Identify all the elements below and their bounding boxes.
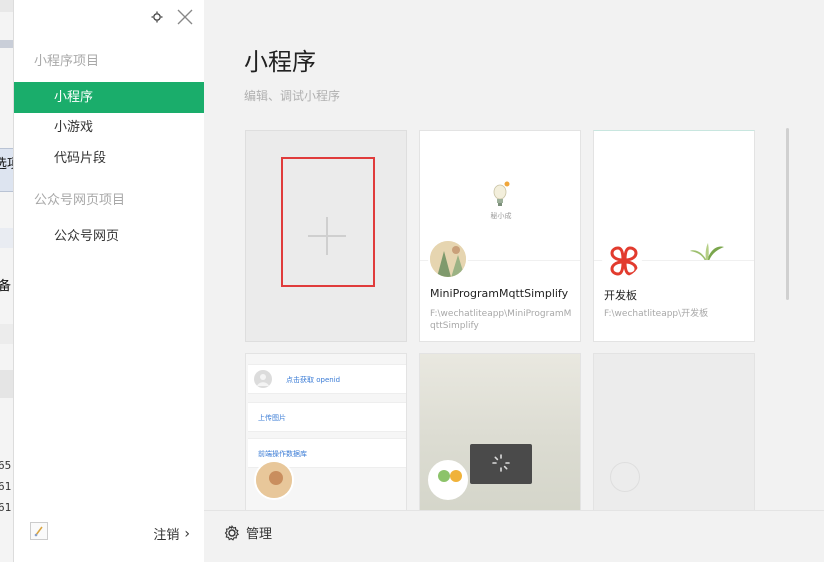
bg-bar [0,324,13,344]
project-card[interactable] [593,353,755,510]
project-path: F:\wechatliteapp\MiniProgramMqttSimplify [430,309,572,331]
manage-button[interactable]: 管理 [224,523,272,542]
sidebar-item-minigame[interactable]: 小游戏 [14,112,204,143]
preview-row-label: 前端操作数据库 [258,450,307,458]
project-card[interactable]: 秘小成 MiniProgramMqttSimplify F:\wechatlit… [419,130,581,342]
project-path: F:\wechatliteapp\开发板 [604,309,709,319]
bottom-bar: 管理 [204,510,824,562]
background-window: 选项 备 65 61 61 [0,0,14,562]
preview-row: 上传图片 [248,402,406,432]
app-root: 选项 备 65 61 61 小程序项目 小程序 小游戏 代码片段 公众号网页项目… [0,0,824,562]
gear-icon[interactable] [148,8,166,26]
logout-label: 注销 [153,528,180,543]
project-avatar [428,239,468,279]
section-title-official-account: 公众号网页项目 [34,193,126,208]
gear-icon [224,524,240,541]
new-project-card[interactable] [245,130,407,342]
chevron-right-icon: › [184,525,190,542]
close-icon[interactable] [176,8,194,26]
project-card[interactable]: 开发板 F:\wechatliteapp\开发板 [593,130,755,342]
spinner-icon [492,454,510,472]
main-panel: 小程序 编辑、调试小程序 秘小成 MiniProgramMqttSimplify… [204,0,824,510]
bg-text: 选项 [0,153,13,172]
project-avatar [428,460,468,500]
scrollbar[interactable] [786,128,789,300]
bg-number: 61 [0,501,12,514]
page-subtitle: 编辑、调试小程序 [244,89,341,103]
project-avatar [610,462,640,492]
project-card[interactable]: 点击获取 openid 上传图片 前端操作数据库 [245,353,407,510]
project-avatar [254,460,294,500]
highlight-box [281,157,375,287]
clover-logo-icon [602,239,642,279]
bg-bar [0,40,13,48]
project-name: 开发板 [604,289,637,302]
preview-row: 点击获取 openid [248,364,406,394]
page-title: 小程序 [244,48,316,76]
lightbulb-icon [493,181,510,206]
section-title-miniprogram: 小程序项目 [34,54,100,69]
bg-number: 65 [0,459,12,472]
bg-bar [0,370,13,398]
sidebar-item-miniprogram[interactable]: 小程序 [14,82,204,113]
plant-icon [690,243,724,260]
bg-bar [0,0,13,12]
sidebar-item-official-account-web[interactable]: 公众号网页 [14,221,204,252]
window-controls [148,6,194,28]
sidebar-footer: 注销 › [14,510,204,562]
plus-icon-vertical [326,217,328,255]
logout-button[interactable]: 注销 › [153,524,190,544]
bg-text: 备 [0,275,11,294]
preview-row-label: 上传图片 [258,414,286,422]
sidebar: 小程序项目 小程序 小游戏 代码片段 公众号网页项目 公众号网页 注销 › [14,0,204,562]
bg-bar [0,228,13,248]
preview-row-label: 点击获取 openid [286,376,341,384]
user-avatar-icon [254,370,272,388]
bg-number: 61 [0,480,12,493]
project-name: MiniProgramMqttSimplify [430,287,569,300]
manage-label: 管理 [246,527,273,542]
thumbnail-label: 秘小成 [490,212,512,220]
project-card[interactable] [419,353,581,510]
loading-overlay [470,444,532,484]
avatar[interactable] [30,522,48,540]
sidebar-item-code-snippets[interactable]: 代码片段 [14,143,204,174]
